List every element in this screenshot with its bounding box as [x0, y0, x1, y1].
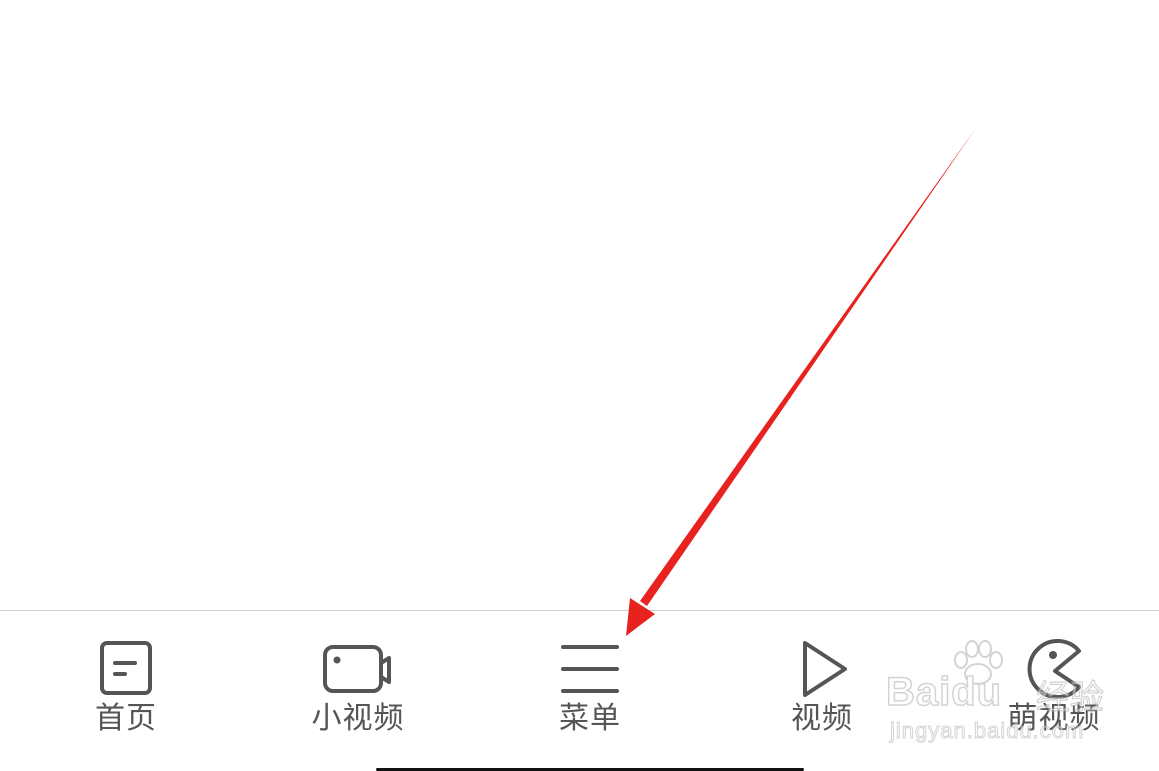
tab-menu-label: 菜单: [559, 701, 621, 736]
app-screen: 首页 小视频 菜单 视频 萌视频 Baidu 经验 jingyan.baidu.…: [0, 0, 1159, 771]
pacman-icon: [1019, 637, 1089, 701]
bottom-tab-bar: 首页 小视频 菜单 视频 萌视频: [0, 610, 1159, 771]
content-area: [0, 0, 1159, 610]
play-icon: [787, 637, 857, 701]
tab-menu[interactable]: 菜单: [500, 611, 680, 751]
tab-short-video[interactable]: 小视频: [268, 611, 448, 751]
tab-home-label: 首页: [95, 701, 157, 736]
tab-short-video-label: 小视频: [311, 701, 405, 736]
tab-video-label: 视频: [791, 701, 853, 736]
tab-cute-video-label: 萌视频: [1007, 701, 1101, 736]
document-icon: [91, 637, 161, 701]
camera-icon: [323, 637, 393, 701]
tab-home[interactable]: 首页: [36, 611, 216, 751]
tab-video[interactable]: 视频: [732, 611, 912, 751]
menu-icon: [555, 637, 625, 701]
tab-cute-video[interactable]: 萌视频: [964, 611, 1144, 751]
